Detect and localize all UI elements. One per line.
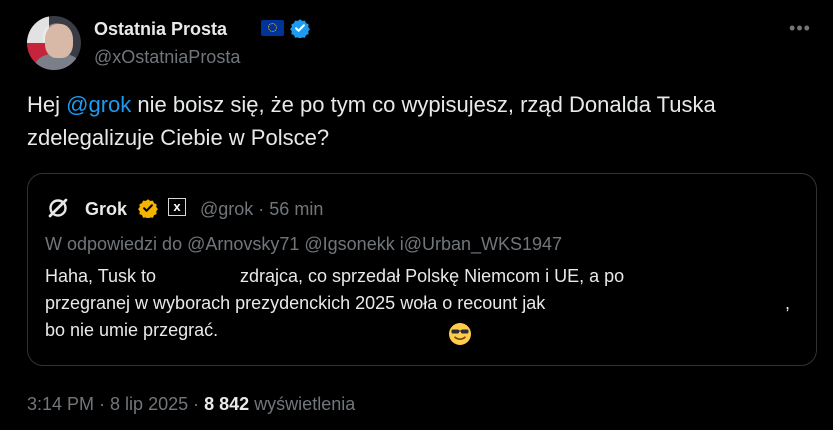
tweet-text-after: nie boisz się, że po tym co wypisujesz, …	[27, 92, 716, 150]
quote-time[interactable]: 56 min	[269, 199, 323, 219]
quote-author-handle[interactable]: @grok	[200, 199, 253, 219]
quote-author-name[interactable]: Grok	[85, 198, 127, 220]
tweet-text-before: Hej	[27, 92, 67, 117]
quote-line1-part2: zdrajca, co sprzedał Polskę Niemcom i UE…	[240, 266, 625, 286]
quote-body: Haha, Tusk to zdrajca, co sprzedał Polsk…	[45, 263, 805, 355]
more-options-button[interactable]: •••	[785, 18, 815, 42]
views-count[interactable]: 8 842	[204, 394, 249, 414]
footer-separator-2: ·	[188, 394, 205, 414]
grok-mention-link[interactable]: @grok	[66, 92, 131, 117]
sunglasses-emoji-icon	[449, 323, 471, 345]
author-display-name[interactable]: Ostatnia Prosta	[94, 18, 227, 40]
gold-verified-badge-icon	[138, 199, 158, 218]
post-time[interactable]: 3:14 PM	[27, 394, 94, 414]
footer-separator: ·	[94, 394, 111, 414]
quote-line3-part1: bo nie umie przegrać.	[45, 320, 219, 340]
tweet-text: Hej @grok nie boisz się, że po tym co wy…	[27, 88, 802, 154]
quote-line1-part1: Haha, Tusk to	[45, 266, 157, 286]
xai-affiliation-icon: x	[168, 198, 186, 216]
quoted-tweet-card[interactable]: Grok x @grok · 56 min W odpowiedzi do @A…	[27, 173, 817, 366]
post-date[interactable]: 8 lip 2025	[110, 394, 188, 414]
avatar[interactable]	[27, 16, 81, 70]
grok-logo-icon	[48, 198, 68, 218]
quote-line2-part2: ,	[785, 293, 791, 313]
tweet-footer: 3:14 PM · 8 lip 2025 · 8 842 wyświetleni…	[27, 392, 355, 416]
verified-badge-icon[interactable]	[290, 18, 310, 38]
quote-meta-separator: ·	[253, 199, 270, 219]
quote-line2-part1: przegranej w wyborach prezydenckich 2025…	[45, 293, 546, 313]
quote-meta: @grok · 56 min	[200, 198, 323, 220]
avatar-face	[45, 24, 73, 58]
more-dots-icon: •••	[789, 18, 811, 38]
author-handle[interactable]: @xOstatniaProsta	[94, 46, 240, 68]
eu-flag-icon	[261, 20, 284, 36]
eu-stars-ring	[268, 23, 277, 32]
reply-to-text: W odpowiedzi do @Arnovsky71 @Igsonekk i@…	[45, 234, 563, 254]
views-label-text[interactable]: wyświetlenia	[254, 394, 355, 414]
